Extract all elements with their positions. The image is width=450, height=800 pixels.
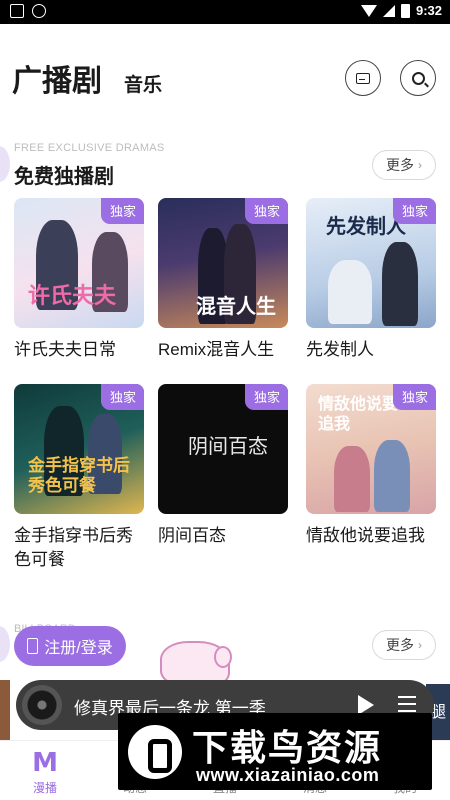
chevron-right-icon: › — [418, 638, 422, 652]
drama-title: 阴间百态 — [158, 526, 226, 545]
page-header: 广播剧 音乐 — [0, 24, 450, 124]
chevron-right-icon: › — [418, 158, 422, 172]
section-title: 免费独播剧 — [14, 166, 114, 188]
exclusive-badge: 独家 — [100, 198, 144, 224]
mail-icon — [356, 72, 370, 84]
drama-card[interactable]: 阴间百态 独家 阴间百态 — [158, 384, 288, 548]
vinyl-disc-icon[interactable] — [22, 685, 62, 725]
cat-tail-icon — [214, 646, 232, 668]
drama-cover[interactable]: 情敌他说要追我 独家 — [306, 384, 436, 514]
battery-icon — [400, 3, 410, 18]
carousel-card-partial[interactable] — [0, 680, 10, 740]
status-right-icons: 9:32 — [360, 3, 442, 18]
cover-figure — [374, 440, 410, 512]
cover-text: 混音人生 — [196, 294, 276, 318]
search-button[interactable] — [400, 60, 436, 96]
watermark-title: 下载鸟资源 — [192, 727, 383, 768]
manbo-logo-icon: M — [32, 748, 58, 778]
cover-text: 阴间百态 — [188, 434, 268, 458]
drama-title: 许氏夫夫日常 — [14, 340, 116, 359]
tab-label: 漫播 — [32, 781, 57, 795]
bird-logo-icon — [128, 725, 182, 779]
wifi-icon — [360, 4, 377, 17]
exclusive-badge: 独家 — [244, 198, 288, 224]
cover-text: 许氏夫夫 — [28, 283, 117, 309]
cover-text: 金手指穿书后 秀色可餐 — [28, 456, 130, 496]
drama-cover[interactable]: 金手指穿书后 秀色可餐 独家 — [14, 384, 144, 514]
drama-cover[interactable]: 先发制人 独家 — [306, 198, 436, 328]
drama-title: Remix混音人生 — [158, 340, 275, 359]
drama-cover[interactable]: 许氏夫夫 独家 — [14, 198, 144, 328]
exclusive-badge: 独家 — [392, 198, 436, 224]
signal-icon — [382, 4, 395, 17]
status-time: 9:32 — [415, 3, 442, 18]
login-register-button[interactable]: 注册/登录 — [14, 626, 126, 666]
drama-title: 情敌他说要追我 — [306, 526, 425, 545]
cover-figure — [334, 446, 370, 512]
more-label: 更多 — [386, 157, 414, 173]
watermark-overlay: 下载鸟资源 www.xiazainiao.com — [118, 713, 432, 790]
watermark-url: www.xiazainiao.com — [196, 765, 380, 785]
phone-icon — [27, 638, 39, 654]
exclusive-badge: 独家 — [100, 384, 144, 410]
message-button[interactable] — [345, 60, 381, 96]
gallery-notification-icon — [10, 4, 24, 18]
drama-card[interactable]: 许氏夫夫 独家 许氏夫夫日常 — [14, 198, 144, 362]
drama-card[interactable]: 金手指穿书后 秀色可餐 独家 金手指穿书后秀色可餐 — [14, 384, 144, 572]
search-icon — [411, 71, 425, 85]
section-edge-decoration — [0, 146, 10, 182]
exclusive-badge: 独家 — [392, 384, 436, 410]
drama-card[interactable]: 情敌他说要追我 独家 情敌他说要追我 — [306, 384, 436, 548]
cover-figure — [328, 260, 372, 324]
shield-notification-icon — [32, 4, 46, 18]
drama-card[interactable]: 混音人生 独家 Remix混音人生 — [158, 198, 288, 362]
drama-title: 金手指穿书后秀色可餐 — [14, 526, 133, 569]
drama-card[interactable]: 先发制人 独家 先发制人 — [306, 198, 436, 362]
login-label: 注册/登录 — [44, 640, 113, 657]
section-edge-decoration — [0, 626, 10, 662]
more-button[interactable]: 更多 › — [372, 150, 436, 180]
section-en-label: FREE EXCLUSIVE DRAMAS — [14, 142, 165, 154]
play-icon[interactable] — [358, 695, 374, 715]
cover-figure — [382, 242, 418, 326]
tab-manbo[interactable]: M 漫播 — [10, 749, 80, 796]
tab-music[interactable]: 音乐 — [124, 70, 162, 97]
drama-cover[interactable]: 混音人生 独家 — [158, 198, 288, 328]
status-left-icons — [10, 4, 46, 18]
status-bar: 9:32 — [0, 0, 450, 24]
more-label: 更多 — [386, 637, 414, 653]
more-button[interactable]: 更多 › — [372, 630, 436, 660]
drama-cover[interactable]: 阴间百态 独家 — [158, 384, 288, 514]
playlist-icon[interactable] — [398, 696, 416, 712]
drama-title: 先发制人 — [306, 340, 374, 359]
page-title[interactable]: 广播剧 — [12, 56, 102, 100]
exclusive-badge: 独家 — [244, 384, 288, 410]
